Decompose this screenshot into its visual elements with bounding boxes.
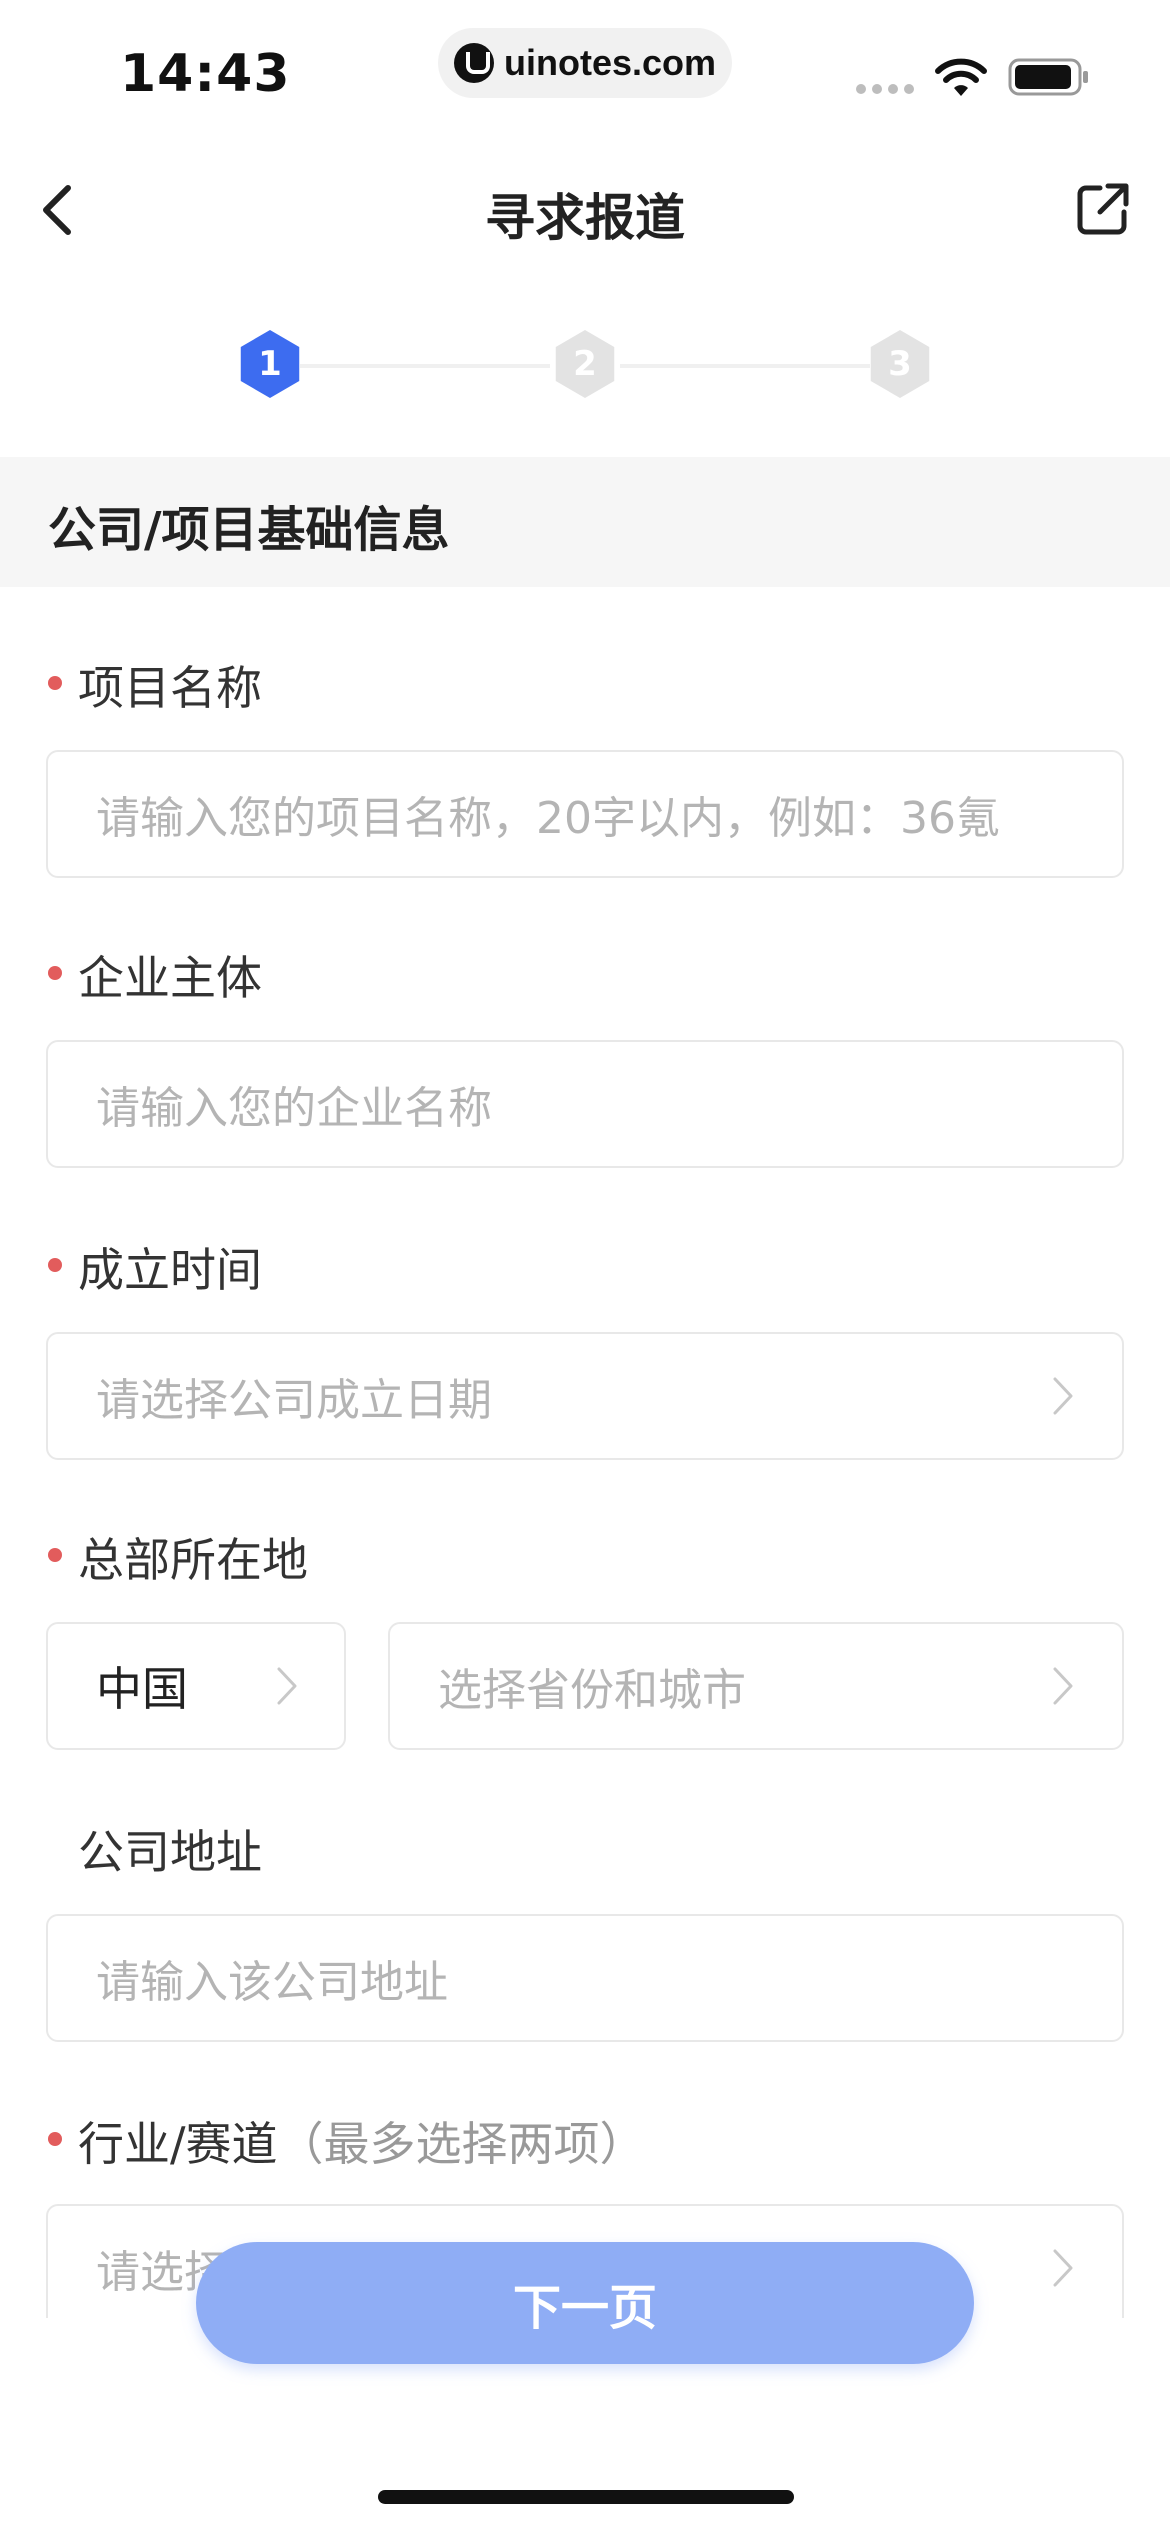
chevron-right-icon xyxy=(277,1667,297,1705)
hq-label: 总部所在地 xyxy=(78,1533,308,1587)
wifi-icon xyxy=(935,58,987,96)
industry-hint: （最多选择两项） xyxy=(277,2117,646,2171)
page-title: 寻求报道 xyxy=(485,189,685,247)
required-indicator xyxy=(48,966,62,980)
battery-icon xyxy=(1008,58,1088,96)
next-page-button[interactable]: 下一页 xyxy=(196,2242,974,2364)
industry-label-text: 行业/赛道 xyxy=(78,2117,278,2171)
province-city-selector[interactable]: 选择省份和城市 xyxy=(388,1622,1124,1750)
step-1-indicator: 1 xyxy=(240,330,300,398)
chevron-right-icon xyxy=(1053,1667,1073,1705)
section-title: 公司/项目基础信息 xyxy=(48,502,450,558)
project-name-label: 项目名称 xyxy=(78,661,262,715)
step-connector xyxy=(620,364,870,368)
address-placeholder: 请输入该公司地址 xyxy=(96,1957,448,2008)
url-text: uinotes.com xyxy=(503,42,717,83)
status-time: 14:43 xyxy=(120,44,291,104)
founded-date-picker[interactable]: 请选择公司成立日期 xyxy=(46,1332,1124,1460)
company-label: 企业主体 xyxy=(78,951,262,1005)
country-selector[interactable]: 中国 xyxy=(46,1622,346,1750)
step-connector xyxy=(300,364,550,368)
chevron-right-icon xyxy=(1053,2249,1073,2287)
required-indicator xyxy=(48,1548,62,1562)
required-indicator xyxy=(48,1258,62,1272)
step-2-indicator: 2 xyxy=(555,330,615,398)
company-name-placeholder: 请输入您的企业名称 xyxy=(96,1083,492,1134)
site-logo-icon xyxy=(453,43,494,83)
founded-date-placeholder: 请选择公司成立日期 xyxy=(96,1375,492,1426)
share-icon[interactable] xyxy=(1074,180,1132,238)
project-name-placeholder: 请输入您的项目名称，20字以内，例如：36氪 xyxy=(96,793,1000,844)
url-pill[interactable]: uinotes.com xyxy=(438,28,732,98)
required-indicator xyxy=(48,676,62,690)
address-input[interactable]: 请输入该公司地址 xyxy=(46,1914,1124,2042)
chevron-right-icon xyxy=(1053,1377,1073,1415)
founded-label: 成立时间 xyxy=(78,1243,262,1297)
province-city-placeholder: 选择省份和城市 xyxy=(438,1665,746,1716)
address-label: 公司地址 xyxy=(78,1825,262,1879)
step-3-indicator: 3 xyxy=(870,330,930,398)
industry-label: 行业/赛道（最多选择两项） xyxy=(78,2108,646,2174)
cellular-signal-icon xyxy=(856,84,914,94)
home-indicator xyxy=(378,2490,794,2504)
project-name-input[interactable]: 请输入您的项目名称，20字以内，例如：36氪 xyxy=(46,750,1124,878)
required-indicator xyxy=(48,2132,62,2146)
company-name-input[interactable]: 请输入您的企业名称 xyxy=(46,1040,1124,1168)
country-value: 中国 xyxy=(96,1662,188,1716)
